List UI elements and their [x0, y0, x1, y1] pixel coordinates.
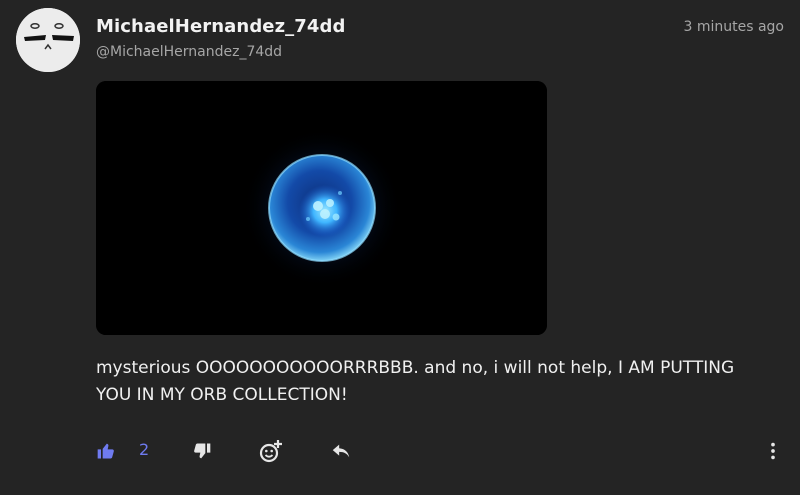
- timestamp: 3 minutes ago: [683, 19, 784, 35]
- add-reaction-icon: [259, 440, 282, 463]
- comment-post: MichaelHernandez_74dd @MichaelHernandez_…: [0, 0, 800, 495]
- orb-image: [96, 81, 547, 335]
- attached-image[interactable]: [96, 81, 547, 335]
- dislike-button[interactable]: [192, 438, 212, 464]
- reply-icon: [332, 444, 350, 458]
- like-button[interactable]: [96, 438, 116, 464]
- thumbs-up-icon: [97, 443, 114, 459]
- reply-button[interactable]: [330, 438, 352, 464]
- add-reaction-button[interactable]: [258, 438, 284, 464]
- more-vertical-icon: [771, 442, 775, 460]
- user-handle: @MichaelHernandez_74dd: [96, 44, 283, 60]
- more-options-button[interactable]: [762, 438, 784, 464]
- comment-text: mysterious OOOOOOOOOOORRRBBB. and no, i …: [96, 358, 735, 405]
- thumbs-down-icon: [194, 443, 211, 459]
- username[interactable]: MichaelHernandez_74dd: [96, 16, 346, 37]
- like-count: 2: [139, 440, 150, 459]
- avatar[interactable]: [16, 8, 80, 72]
- avatar-face-icon: [16, 8, 80, 72]
